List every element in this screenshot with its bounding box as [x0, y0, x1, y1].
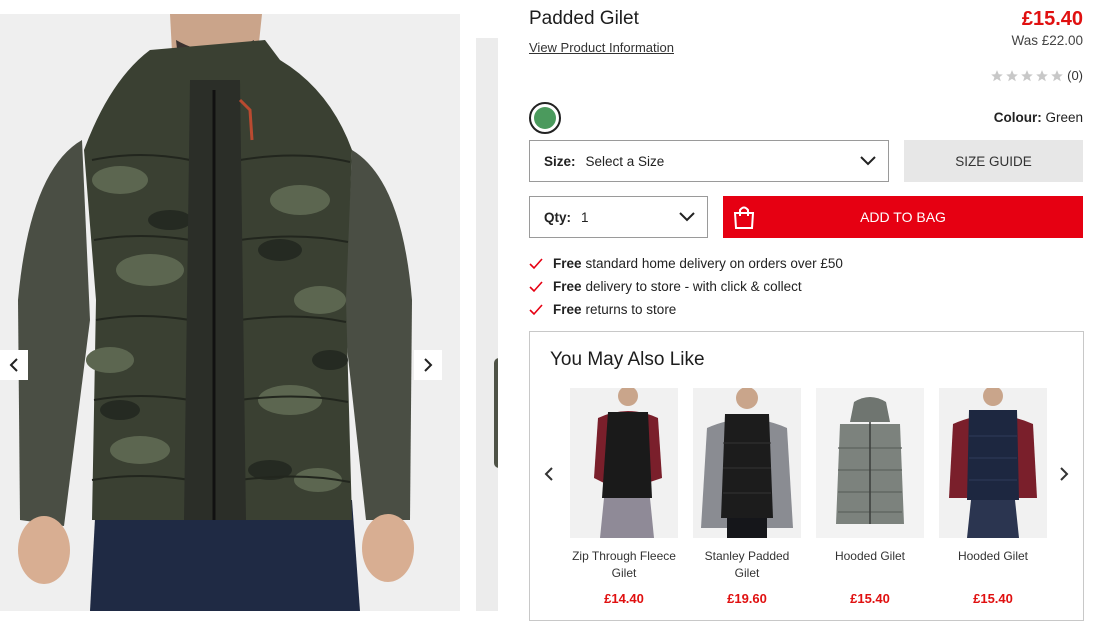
view-product-information-link[interactable]: View Product Information [529, 40, 674, 55]
product-thumbnail [570, 388, 678, 538]
chevron-down-icon [679, 212, 695, 222]
next-image-thumb [494, 358, 498, 468]
recommendation-card[interactable]: Zip Through Fleece Gilet £14.40 [570, 388, 678, 606]
gallery-prev-button[interactable] [0, 350, 28, 380]
benefit-text: delivery to store - with click & collect [585, 279, 802, 294]
benefit-bold: Free [553, 279, 582, 294]
recommendation-price: £19.60 [727, 591, 767, 606]
star-icon [1021, 69, 1033, 81]
recommendation-name: Hooded Gilet [834, 549, 906, 563]
benefit-text: standard home delivery on orders over £5… [585, 256, 843, 271]
benefit-text: returns to store [585, 302, 677, 317]
size-guide-button[interactable]: SIZE GUIDE [904, 140, 1083, 182]
colour-info: Colour: Green [994, 110, 1083, 125]
current-price: £15.40 [1021, 8, 1083, 30]
star-icon [1036, 69, 1048, 81]
delivery-benefits: Free standard home delivery on orders ov… [529, 252, 843, 321]
quantity-select[interactable]: Qty: 1 [529, 196, 708, 238]
star-icon [1006, 69, 1018, 81]
chevron-right-icon [1060, 467, 1069, 481]
recommendation-card[interactable]: Stanley Padded Gilet £19.60 [693, 388, 801, 606]
chevron-left-icon [544, 467, 553, 481]
next-image-preview[interactable] [476, 38, 498, 611]
recommendations-next-button[interactable] [1054, 462, 1074, 486]
benefit-bold: Free [553, 256, 582, 271]
size-select[interactable]: Size: Select a Size [529, 140, 889, 182]
recommendation-price: £15.40 [973, 591, 1013, 606]
rating-count: (0) [1067, 68, 1083, 83]
chevron-left-icon [9, 358, 18, 372]
recommendation-card[interactable]: Hooded Gilet £15.40 [816, 388, 924, 606]
gallery-next-button[interactable] [414, 350, 442, 380]
chevron-right-icon [424, 358, 433, 372]
product-thumbnail [816, 388, 924, 538]
shopping-bag-icon [723, 196, 765, 238]
check-icon [529, 280, 553, 293]
qty-select-value: 1 [581, 209, 589, 225]
benefit-bold: Free [553, 302, 582, 317]
recommendation-card[interactable]: Hooded Gilet £15.40 [939, 388, 1047, 606]
product-image-gallery[interactable] [0, 14, 460, 611]
recommendations-panel: You May Also Like Zip Through Fleece Gil… [529, 331, 1084, 621]
product-thumbnail [939, 388, 1047, 538]
recommendation-name: Stanley Padded Gilet [704, 549, 790, 580]
recommendations-prev-button[interactable] [539, 462, 559, 486]
rating-stars[interactable]: (0) [990, 68, 1083, 83]
add-to-bag-label: ADD TO BAG [860, 209, 946, 225]
add-to-bag-button[interactable]: ADD TO BAG [723, 196, 1083, 238]
star-icon [991, 69, 1003, 81]
colour-value: Green [1045, 110, 1083, 125]
benefit-item: Free delivery to store - with click & co… [529, 275, 843, 298]
check-icon [529, 303, 553, 316]
was-price: Was £22.00 [1011, 33, 1083, 48]
product-title: Padded Gilet [529, 8, 639, 29]
colour-swatch-green[interactable] [529, 102, 561, 134]
qty-select-label: Qty: [544, 209, 571, 225]
star-icon [1051, 69, 1063, 81]
size-select-value: Select a Size [585, 153, 665, 169]
benefit-item: Free returns to store [529, 298, 843, 321]
chevron-down-icon [860, 156, 876, 166]
product-thumbnail [693, 388, 801, 538]
swatch-fill [534, 107, 556, 129]
size-select-label: Size: [544, 153, 576, 169]
colour-label: Colour: [993, 110, 1042, 125]
recommendation-name: Zip Through Fleece Gilet [572, 549, 676, 580]
check-icon [529, 257, 553, 270]
recommendation-price: £15.40 [850, 591, 890, 606]
benefit-item: Free standard home delivery on orders ov… [529, 252, 843, 275]
recommendations-title: You May Also Like [550, 349, 705, 370]
product-photo [0, 14, 460, 611]
recommendation-price: £14.40 [604, 591, 644, 606]
recommendation-name: Hooded Gilet [957, 549, 1029, 563]
